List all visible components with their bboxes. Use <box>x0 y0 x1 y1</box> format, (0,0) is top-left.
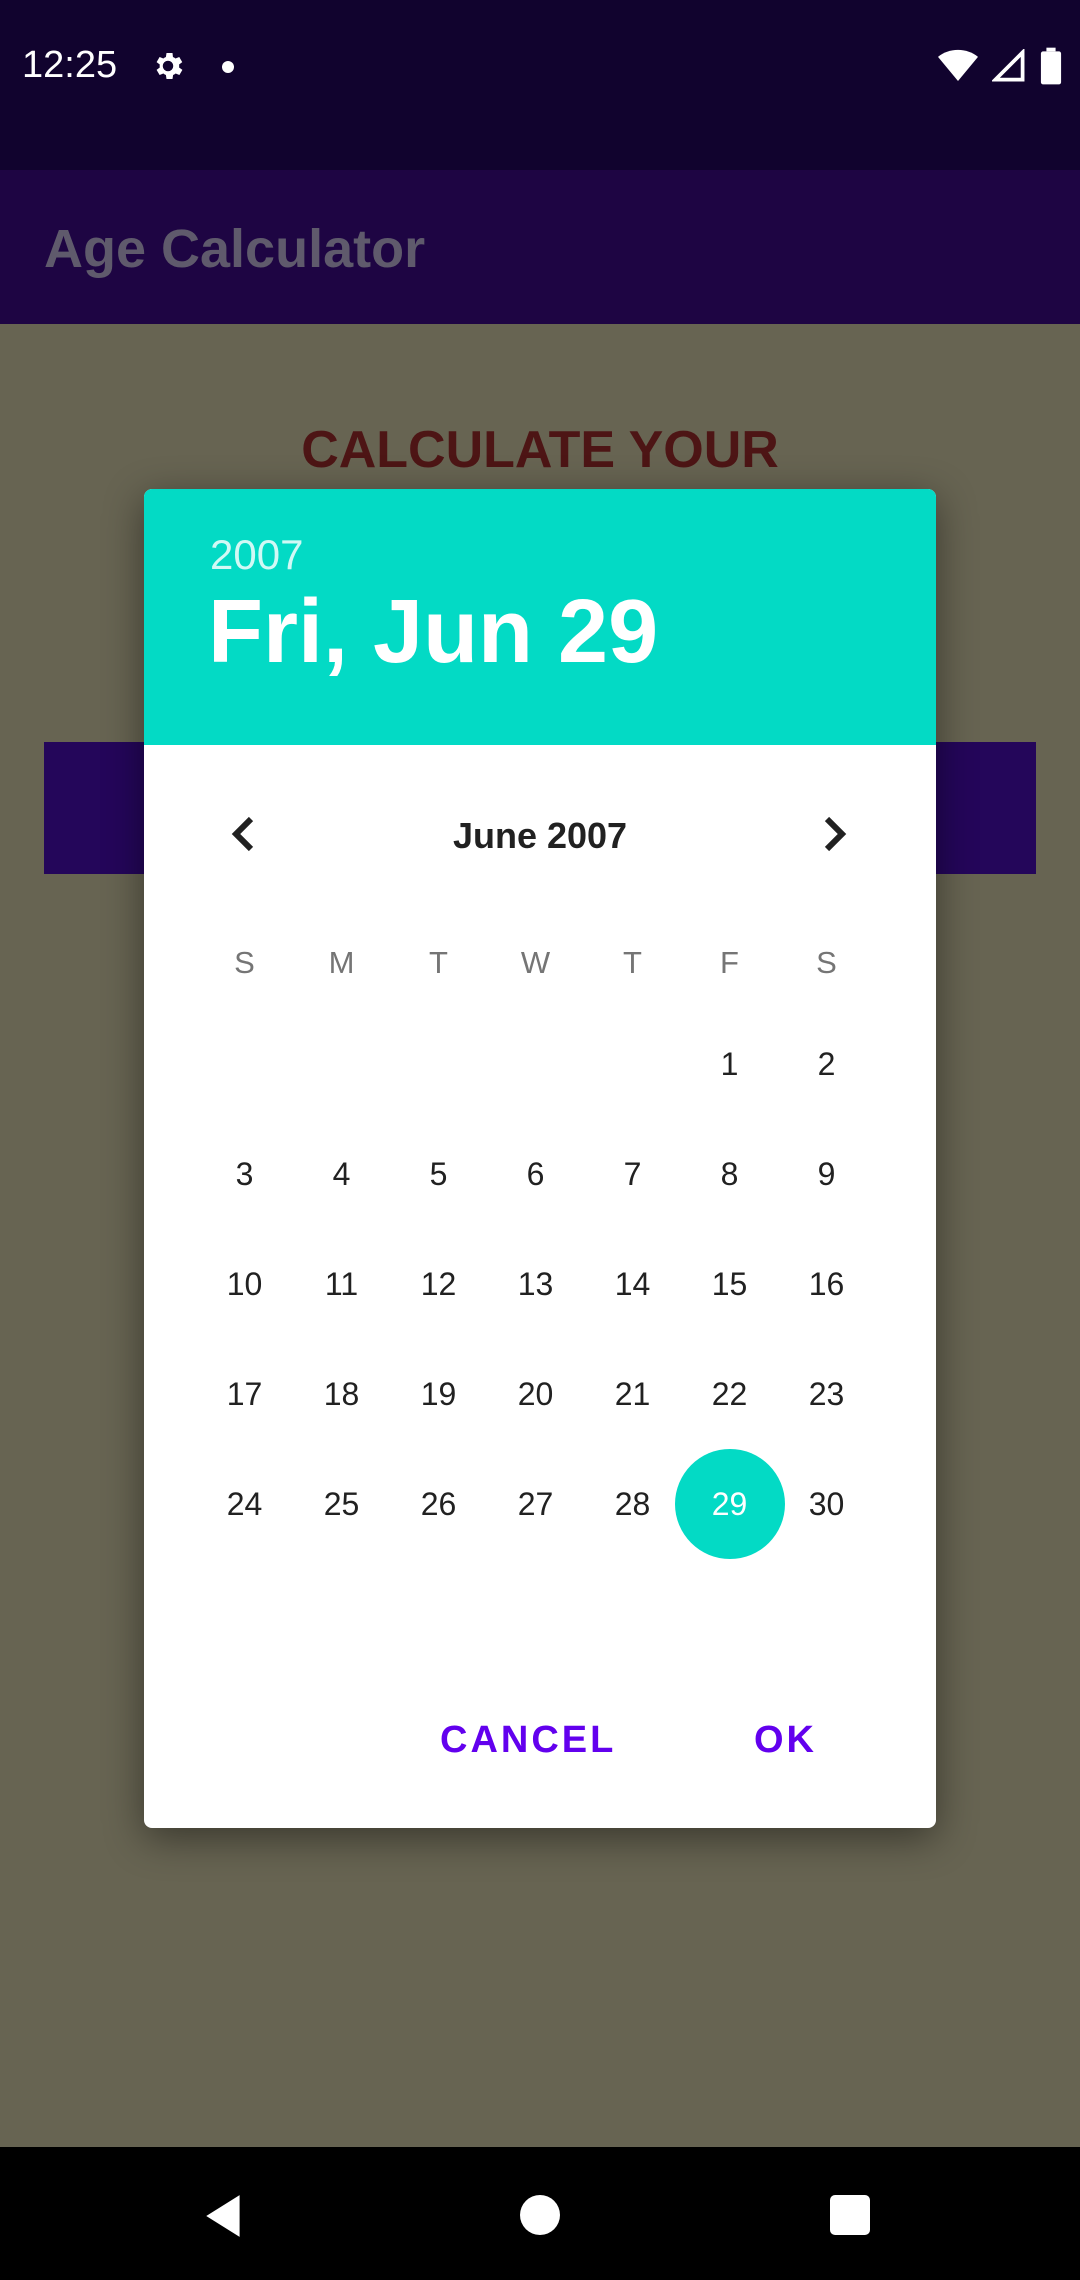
calendar-day[interactable]: 30 <box>778 1449 875 1559</box>
calendar-day-label: 7 <box>623 1155 642 1192</box>
calendar-day[interactable]: 9 <box>778 1119 875 1229</box>
calendar-empty-cell <box>196 1009 293 1119</box>
calendar-day[interactable]: 13 <box>487 1229 584 1339</box>
recents-icon[interactable] <box>830 2195 870 2235</box>
dialog-actions: CANCEL OK <box>144 1719 936 1799</box>
calendar-day-label: 23 <box>808 1375 845 1412</box>
calendar-day-label: 5 <box>429 1155 448 1192</box>
calendar-day[interactable]: 15 <box>681 1229 778 1339</box>
calendar-day[interactable]: 23 <box>778 1339 875 1449</box>
battery-icon <box>1040 47 1062 85</box>
calendar-day[interactable]: 25 <box>293 1449 390 1559</box>
ok-button[interactable]: OK <box>754 1719 817 1762</box>
calendar-day[interactable]: 6 <box>487 1119 584 1229</box>
calendar-day-label: 9 <box>817 1155 836 1192</box>
calendar-day-label: 12 <box>420 1265 457 1302</box>
signal-icon <box>992 49 1025 82</box>
calendar-day-label: 11 <box>324 1265 359 1302</box>
calendar-day-label: 13 <box>517 1265 554 1302</box>
calendar-day-label: 19 <box>420 1375 457 1412</box>
cancel-button[interactable]: CANCEL <box>440 1719 616 1762</box>
gear-icon <box>156 52 183 80</box>
calendar-day[interactable]: 16 <box>778 1229 875 1339</box>
main-heading: CALCULATE YOUR <box>301 421 779 479</box>
weekday-label: T <box>623 945 642 980</box>
calendar-empty-cell <box>487 1009 584 1119</box>
calendar-day[interactable]: 19 <box>390 1339 487 1449</box>
calendar-day-label: 30 <box>808 1485 845 1522</box>
calendar-day[interactable]: 7 <box>584 1119 681 1229</box>
wifi-icon <box>938 49 978 81</box>
app-bar: Age Calculator <box>0 170 1080 324</box>
calendar-day[interactable]: 18 <box>293 1339 390 1449</box>
calendar-day-label: 26 <box>420 1485 457 1522</box>
chevron-right-icon[interactable] <box>810 810 858 858</box>
calendar-empty-cell <box>293 1009 390 1119</box>
notification-dot-icon <box>222 61 234 73</box>
back-icon[interactable] <box>200 2191 250 2241</box>
status-bar: 12:25 <box>0 0 1080 170</box>
calendar-day[interactable]: 5 <box>390 1119 487 1229</box>
calendar-day-label: 4 <box>332 1155 351 1192</box>
weekday-label: S <box>234 945 255 980</box>
calendar-day-label: 14 <box>614 1265 651 1302</box>
calendar-day-label: 25 <box>323 1485 360 1522</box>
date-picker-dialog: 2007 Fri, Jun 29 June 2007 S M T W T F S… <box>144 489 936 1828</box>
date-picker-header: 2007 Fri, Jun 29 <box>144 489 936 745</box>
calendar-day-label: 3 <box>235 1155 254 1192</box>
calendar-day-label: 2 <box>817 1045 836 1082</box>
calendar-days-grid: 1 2 3 4 5 6 7 8 9 10 11 12 13 14 15 16 17 18 19 20 21 22 23 24 2… <box>196 1009 875 1559</box>
calendar-day-label: 21 <box>614 1375 651 1412</box>
calendar-day[interactable]: 17 <box>196 1339 293 1449</box>
calendar-day-label: 15 <box>711 1265 748 1302</box>
weekday-label: T <box>429 945 448 980</box>
weekday-header: S M T W T F S <box>196 945 875 981</box>
calendar-day[interactable]: 28 <box>584 1449 681 1559</box>
status-time: 12:25 <box>22 44 118 86</box>
calendar-empty-cell <box>584 1009 681 1119</box>
calendar-day-label: 10 <box>226 1265 263 1302</box>
navigation-bar <box>0 2147 1080 2280</box>
weekday-label: W <box>520 945 551 980</box>
calendar-day-label: 20 <box>517 1375 554 1412</box>
calendar-day[interactable]: 26 <box>390 1449 487 1559</box>
calendar-day-label: 28 <box>614 1485 651 1522</box>
calendar-day[interactable]: 4 <box>293 1119 390 1229</box>
calendar-day-label: 8 <box>720 1155 739 1192</box>
calendar-day-label: 17 <box>226 1375 263 1412</box>
calendar-day[interactable]: 10 <box>196 1229 293 1339</box>
weekday-label: S <box>816 945 837 980</box>
calendar-day[interactable]: 2 <box>778 1009 875 1119</box>
status-icons <box>938 46 1062 86</box>
calendar-day-label: 22 <box>711 1375 748 1412</box>
calendar-day-label: 27 <box>517 1485 554 1522</box>
calendar-day[interactable]: 8 <box>681 1119 778 1229</box>
calendar-day[interactable]: 21 <box>584 1339 681 1449</box>
app-title: Age Calculator <box>44 219 426 279</box>
calendar-day-label: 6 <box>526 1155 545 1192</box>
header-date[interactable]: Fri, Jun 29 <box>208 581 658 684</box>
calendar-day-label: 18 <box>323 1375 360 1412</box>
header-year[interactable]: 2007 <box>210 531 303 579</box>
calendar-empty-cell <box>390 1009 487 1119</box>
calendar-day[interactable]: 11 <box>293 1229 390 1339</box>
calendar-day[interactable]: 12 <box>390 1229 487 1339</box>
weekday-label: F <box>720 945 739 980</box>
calendar-day[interactable]: 1 <box>681 1009 778 1119</box>
calendar-day[interactable]: 14 <box>584 1229 681 1339</box>
calendar-day-label: 1 <box>720 1045 739 1082</box>
calendar-day-label: 16 <box>808 1265 845 1302</box>
home-icon[interactable] <box>520 2195 560 2235</box>
calendar-day[interactable]: 20 <box>487 1339 584 1449</box>
calendar-day[interactable]: 29 <box>681 1449 778 1559</box>
calendar-day-label: 24 <box>226 1485 263 1522</box>
calendar-day[interactable]: 3 <box>196 1119 293 1229</box>
calendar-day[interactable]: 27 <box>487 1449 584 1559</box>
calendar-day-label: 29 <box>711 1485 748 1522</box>
weekday-label: M <box>328 945 355 980</box>
calendar-day[interactable]: 24 <box>196 1449 293 1559</box>
calendar-day[interactable]: 22 <box>681 1339 778 1449</box>
